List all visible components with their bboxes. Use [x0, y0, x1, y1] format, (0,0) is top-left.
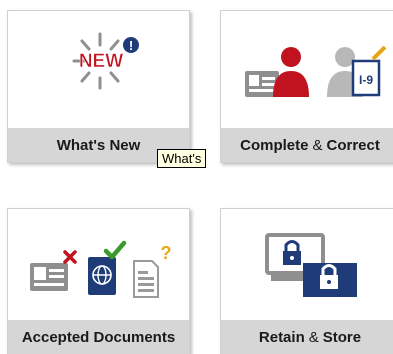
complete-correct-tile[interactable]: I-9 Complete & Correct	[220, 10, 393, 163]
svg-text:!: !	[129, 38, 133, 53]
complete-form-icon: I-9	[245, 45, 387, 97]
new-badge-text: NEW	[79, 51, 123, 72]
accepted-documents-label: Accepted Documents	[8, 320, 189, 354]
complete-correct-label: Complete & Correct	[221, 128, 393, 162]
accepted-documents-tile[interactable]: ? Accepted Documents	[7, 208, 190, 354]
accepted-documents-icon: ?	[30, 240, 172, 298]
i9-form-tag: I-9	[359, 73, 373, 87]
svg-text:?: ?	[161, 243, 172, 263]
tooltip: What's	[157, 149, 207, 168]
retain-store-tile[interactable]: Retain & Store	[220, 208, 393, 354]
whats-new-tile[interactable]: NEW ! What's New	[7, 10, 190, 163]
new-burst-icon: NEW !	[72, 32, 139, 90]
retain-store-icon	[265, 233, 357, 297]
retain-store-label: Retain & Store	[221, 320, 393, 354]
